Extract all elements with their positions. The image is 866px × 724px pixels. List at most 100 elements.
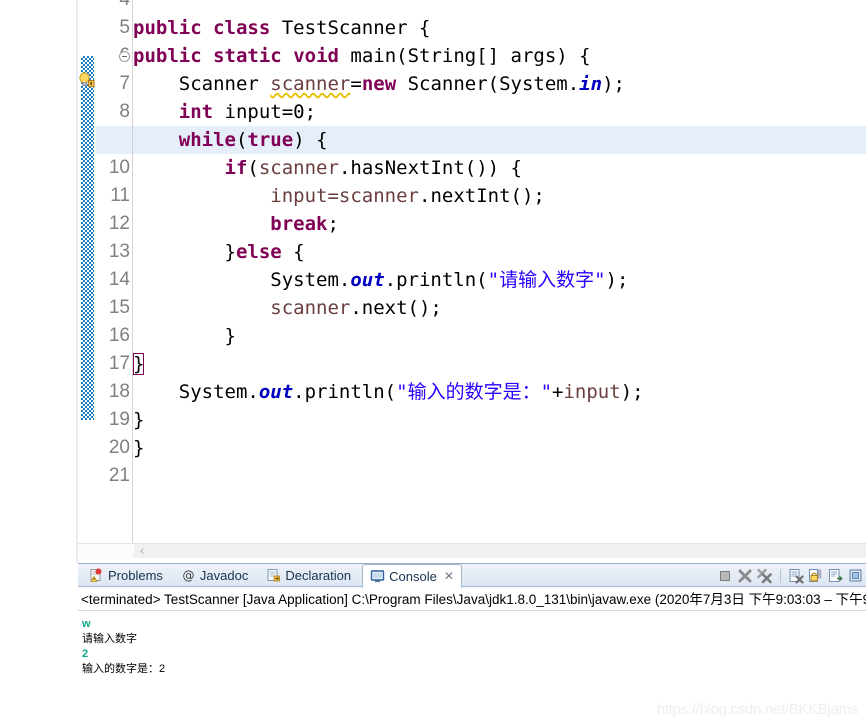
code-line[interactable]: scanner.next(); [133,294,866,322]
tab-label: Declaration [285,568,351,583]
console-view-panel: Problems @ Javadoc Declaration Console✕ [78,563,866,724]
scroll-left-arrow-icon[interactable]: ‹ [134,544,150,559]
code-line[interactable]: public class TestScanner { [133,14,866,42]
eclipse-ide-window: 456789101112131415161718192021 public cl… [0,0,866,724]
code-line[interactable]: while(true) { [133,126,866,154]
code-token: " [541,381,552,403]
code-line[interactable]: Scanner scanner=new Scanner(System.in); [133,70,866,98]
code-token: ); [621,381,644,403]
code-token: Scanner [133,73,270,95]
code-line[interactable]: } [133,434,866,462]
fold-cell[interactable] [118,322,132,350]
code-token: } [133,325,236,347]
code-line[interactable] [133,0,866,14]
code-token: else [236,241,282,263]
code-token: input= [213,101,293,123]
fold-cell[interactable] [118,406,132,434]
code-line-content: if(scanner.hasNextInt()) { [133,157,522,179]
fold-cell[interactable] [118,434,132,462]
code-token: .println( [293,381,396,403]
fold-cell[interactable] [118,0,132,14]
fold-cell[interactable] [118,14,132,42]
code-line-content: }else { [133,241,305,263]
code-line[interactable]: if(scanner.hasNextInt()) { [133,154,866,182]
pin-console-button[interactable] [848,568,864,584]
remove-launch-button[interactable] [737,568,753,584]
code-line[interactable]: } [133,322,866,350]
code-token: } [133,409,144,431]
fold-cell[interactable] [118,378,132,406]
code-line-content: scanner.next(); [133,297,442,319]
annotation-ruler[interactable] [78,0,96,556]
code-text-area[interactable]: public class TestScanner {public static … [133,0,866,542]
code-token: in [579,73,602,95]
code-token [133,101,179,123]
code-token: + [552,381,563,403]
fold-cell[interactable] [118,294,132,322]
code-token: Scanner(System. [396,73,579,95]
fold-cell[interactable] [118,154,132,182]
code-token: int [179,101,213,123]
code-line[interactable]: input=scanner.nextInt(); [133,182,866,210]
fold-cell[interactable] [118,126,132,154]
fold-cell[interactable] [118,182,132,210]
launch-description-line: <terminated> TestScanner [Java Applicati… [78,588,866,611]
close-icon[interactable]: ✕ [444,569,454,583]
collapse-icon[interactable] [119,51,130,62]
javadoc-at-icon: @ [181,568,196,583]
code-line[interactable]: } [133,406,866,434]
code-line[interactable]: System.out.println("请输入数字"); [133,266,866,294]
word-wrap-button[interactable] [828,568,844,584]
editor-hscroll-track[interactable] [78,544,866,559]
fold-cell[interactable] [118,238,132,266]
remove-all-launches-button[interactable] [757,568,773,584]
code-line[interactable]: System.out.println("输入的数字是："+input); [133,378,866,406]
code-token: out [350,269,384,291]
console-line: 输入的数字是：2 [82,662,866,677]
code-token: ( [236,129,247,151]
editor-horizontal-scrollbar[interactable]: ‹ [78,543,866,558]
code-token: "输入的数字是： [396,381,540,403]
console-output-text[interactable]: w请输入数字2输入的数字是：2 [78,611,866,724]
declaration-icon [266,568,281,583]
tab-declaration[interactable]: Declaration [259,564,358,587]
code-token: ); [606,269,629,291]
java-code-editor[interactable]: 456789101112131415161718192021 public cl… [78,0,866,556]
code-line[interactable]: }else { [133,238,866,266]
clear-console-button[interactable] [788,568,804,584]
code-token: class [213,17,270,39]
code-line[interactable] [133,462,866,490]
problems-icon [89,568,104,583]
code-line[interactable]: break; [133,210,866,238]
console-line: w [82,617,866,632]
tab-javadoc[interactable]: @ Javadoc [174,564,255,587]
code-token: ) { [293,129,327,151]
fold-cell[interactable] [118,70,132,98]
code-token: void [293,45,339,67]
tab-problems[interactable]: Problems [82,564,170,587]
fold-cell[interactable] [118,462,132,490]
terminate-button[interactable] [717,568,733,584]
fold-cell[interactable] [118,266,132,294]
tab-console[interactable]: Console✕ [362,564,462,588]
quickfix-warning-icon[interactable] [78,72,95,89]
code-token: System. [133,381,259,403]
console-line: 2 [82,647,866,662]
fold-cell[interactable] [118,350,132,378]
code-line[interactable]: public static void main(String[] args) { [133,42,866,70]
scroll-lock-button[interactable] [808,568,824,584]
code-token: } [133,437,144,459]
folding-ruler[interactable] [118,0,132,542]
code-token: 0; [293,101,316,123]
fold-cell[interactable] [118,98,132,126]
code-line[interactable]: } [133,350,866,378]
code-line-content: while(true) { [133,129,328,151]
code-token: scanner [259,157,339,179]
code-token: .hasNextInt()) { [339,157,522,179]
code-line[interactable]: int input=0; [133,98,866,126]
code-token: main(String[] args) { [339,45,591,67]
fold-cell[interactable] [118,210,132,238]
code-token: ; [327,213,338,235]
code-token: System. [133,269,350,291]
fold-cell[interactable] [118,42,132,70]
